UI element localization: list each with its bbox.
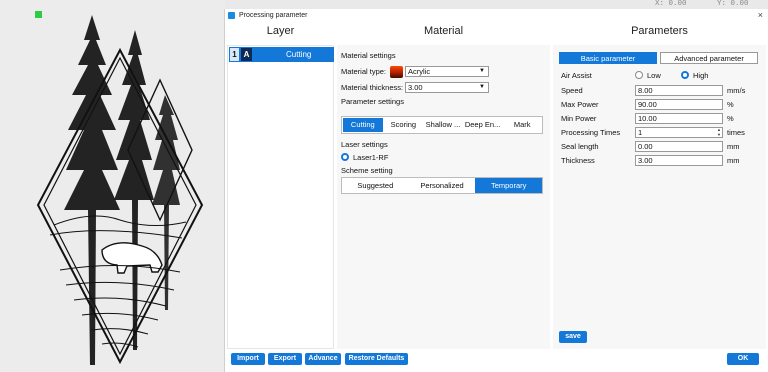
dialog-titlebar: Processing parameter ×	[225, 9, 768, 22]
dialog-title: Processing parameter	[239, 12, 308, 19]
thickness-unit: mm	[727, 156, 740, 165]
tab-advanced-parameter[interactable]: Advanced parameter	[660, 52, 758, 64]
max-power-label: Max Power	[561, 100, 599, 109]
cursor-coordinates: X: 0.00 Y: 0.00	[655, 0, 768, 9]
tab-mark[interactable]: Mark	[502, 117, 542, 133]
tab-shallow[interactable]: Shallow ...	[423, 117, 463, 133]
coord-y: Y: 0.00	[717, 0, 749, 8]
material-type-label: Material type:	[341, 67, 387, 76]
coord-x: X: 0.00	[655, 0, 687, 8]
design-canvas[interactable]	[0, 0, 225, 372]
seal-length-unit: mm	[727, 142, 740, 151]
tab-cutting[interactable]: Cutting	[343, 118, 383, 132]
air-low-radio[interactable]	[635, 71, 643, 79]
max-power-input[interactable]: 90.00	[635, 99, 723, 110]
processing-parameter-dialog: Processing parameter × Layer Material Pa…	[224, 9, 768, 372]
material-type-value: Acrylic	[408, 67, 431, 76]
export-button[interactable]: Export	[268, 353, 302, 365]
material-thickness-select[interactable]: 3.00 ▼	[405, 82, 489, 93]
advance-button[interactable]: Advance	[305, 353, 341, 365]
tab-basic-parameter[interactable]: Basic parameter	[559, 52, 657, 64]
tab-deep-engrave[interactable]: Deep En...	[463, 117, 503, 133]
material-type-select[interactable]: Acrylic ▼	[405, 66, 489, 77]
laser-settings-title: Laser settings	[341, 140, 388, 149]
close-icon[interactable]: ×	[758, 10, 763, 20]
layer-list: 1 A Cutting	[227, 45, 334, 349]
material-header: Material	[423, 25, 464, 37]
max-power-unit: %	[727, 100, 734, 109]
speed-unit: mm/s	[727, 86, 746, 95]
scheme-personalized[interactable]: Personalized	[409, 178, 476, 193]
thickness-input[interactable]: 3.00	[635, 155, 723, 166]
seal-length-input[interactable]: 0.00	[635, 141, 723, 152]
scheme-tabs: Suggested Personalized Temporary	[341, 177, 543, 194]
material-panel: Material settings Material type: Acrylic…	[337, 45, 550, 349]
speed-input[interactable]: 8.00	[635, 85, 723, 96]
thickness-label: Thickness	[561, 156, 595, 165]
layer-header: Layer	[266, 25, 295, 37]
air-assist-label: Air Assist	[561, 71, 592, 80]
ok-button[interactable]: OK	[727, 353, 759, 365]
min-power-input[interactable]: 10.00	[635, 113, 723, 124]
processing-times-value: 1	[638, 128, 643, 137]
speed-label: Speed	[561, 86, 583, 95]
parameter-settings-title: Parameter settings	[341, 97, 404, 106]
app-icon	[228, 12, 235, 19]
import-button[interactable]: Import	[231, 353, 265, 365]
min-power-label: Min Power	[561, 114, 597, 123]
parameters-header: Parameters	[631, 25, 688, 37]
scheme-suggested[interactable]: Suggested	[342, 178, 409, 193]
air-high-label: High	[693, 71, 709, 80]
parameter-mode-tabs: Basic parameter Advanced parameter	[559, 52, 761, 64]
min-power-unit: %	[727, 114, 734, 123]
chevron-down-icon: ▼	[479, 68, 485, 74]
chevron-down-icon: ▼	[479, 84, 485, 90]
material-thickness-label: Material thickness:	[341, 83, 404, 92]
layer-row[interactable]: 1 A Cutting	[229, 47, 334, 62]
processing-times-unit: times	[727, 128, 745, 137]
layer-name: Cutting	[286, 50, 312, 59]
layer-number: 1	[230, 48, 239, 61]
air-high-radio[interactable]	[681, 71, 689, 79]
restore-defaults-button[interactable]: Restore Defaults	[345, 353, 408, 365]
scheme-temporary[interactable]: Temporary	[475, 178, 543, 193]
spin-arrows-icon[interactable]: ▲ ▼	[717, 127, 721, 137]
laser-radio[interactable]	[341, 153, 349, 161]
artwork-preview[interactable]	[32, 10, 212, 370]
seal-length-label: Seal length	[561, 142, 599, 151]
processing-times-label: Processing Times	[561, 128, 621, 137]
parameter-tabs: Cutting Scoring Shallow ... Deep En... M…	[341, 116, 543, 134]
save-button[interactable]: save	[559, 331, 587, 343]
parameters-panel: Basic parameter Advanced parameter Air A…	[553, 45, 766, 349]
processing-times-stepper[interactable]: 1 ▲ ▼	[635, 127, 723, 138]
material-settings-title: Material settings	[341, 51, 396, 60]
laser-name: Laser1-RF	[353, 153, 389, 162]
air-low-label: Low	[647, 71, 661, 80]
layer-mode-badge: A	[241, 48, 252, 61]
material-thickness-value: 3.00	[408, 83, 423, 92]
scheme-setting-title: Scheme setting	[341, 166, 393, 175]
material-swatch-icon	[390, 66, 403, 78]
tab-scoring[interactable]: Scoring	[384, 117, 424, 133]
